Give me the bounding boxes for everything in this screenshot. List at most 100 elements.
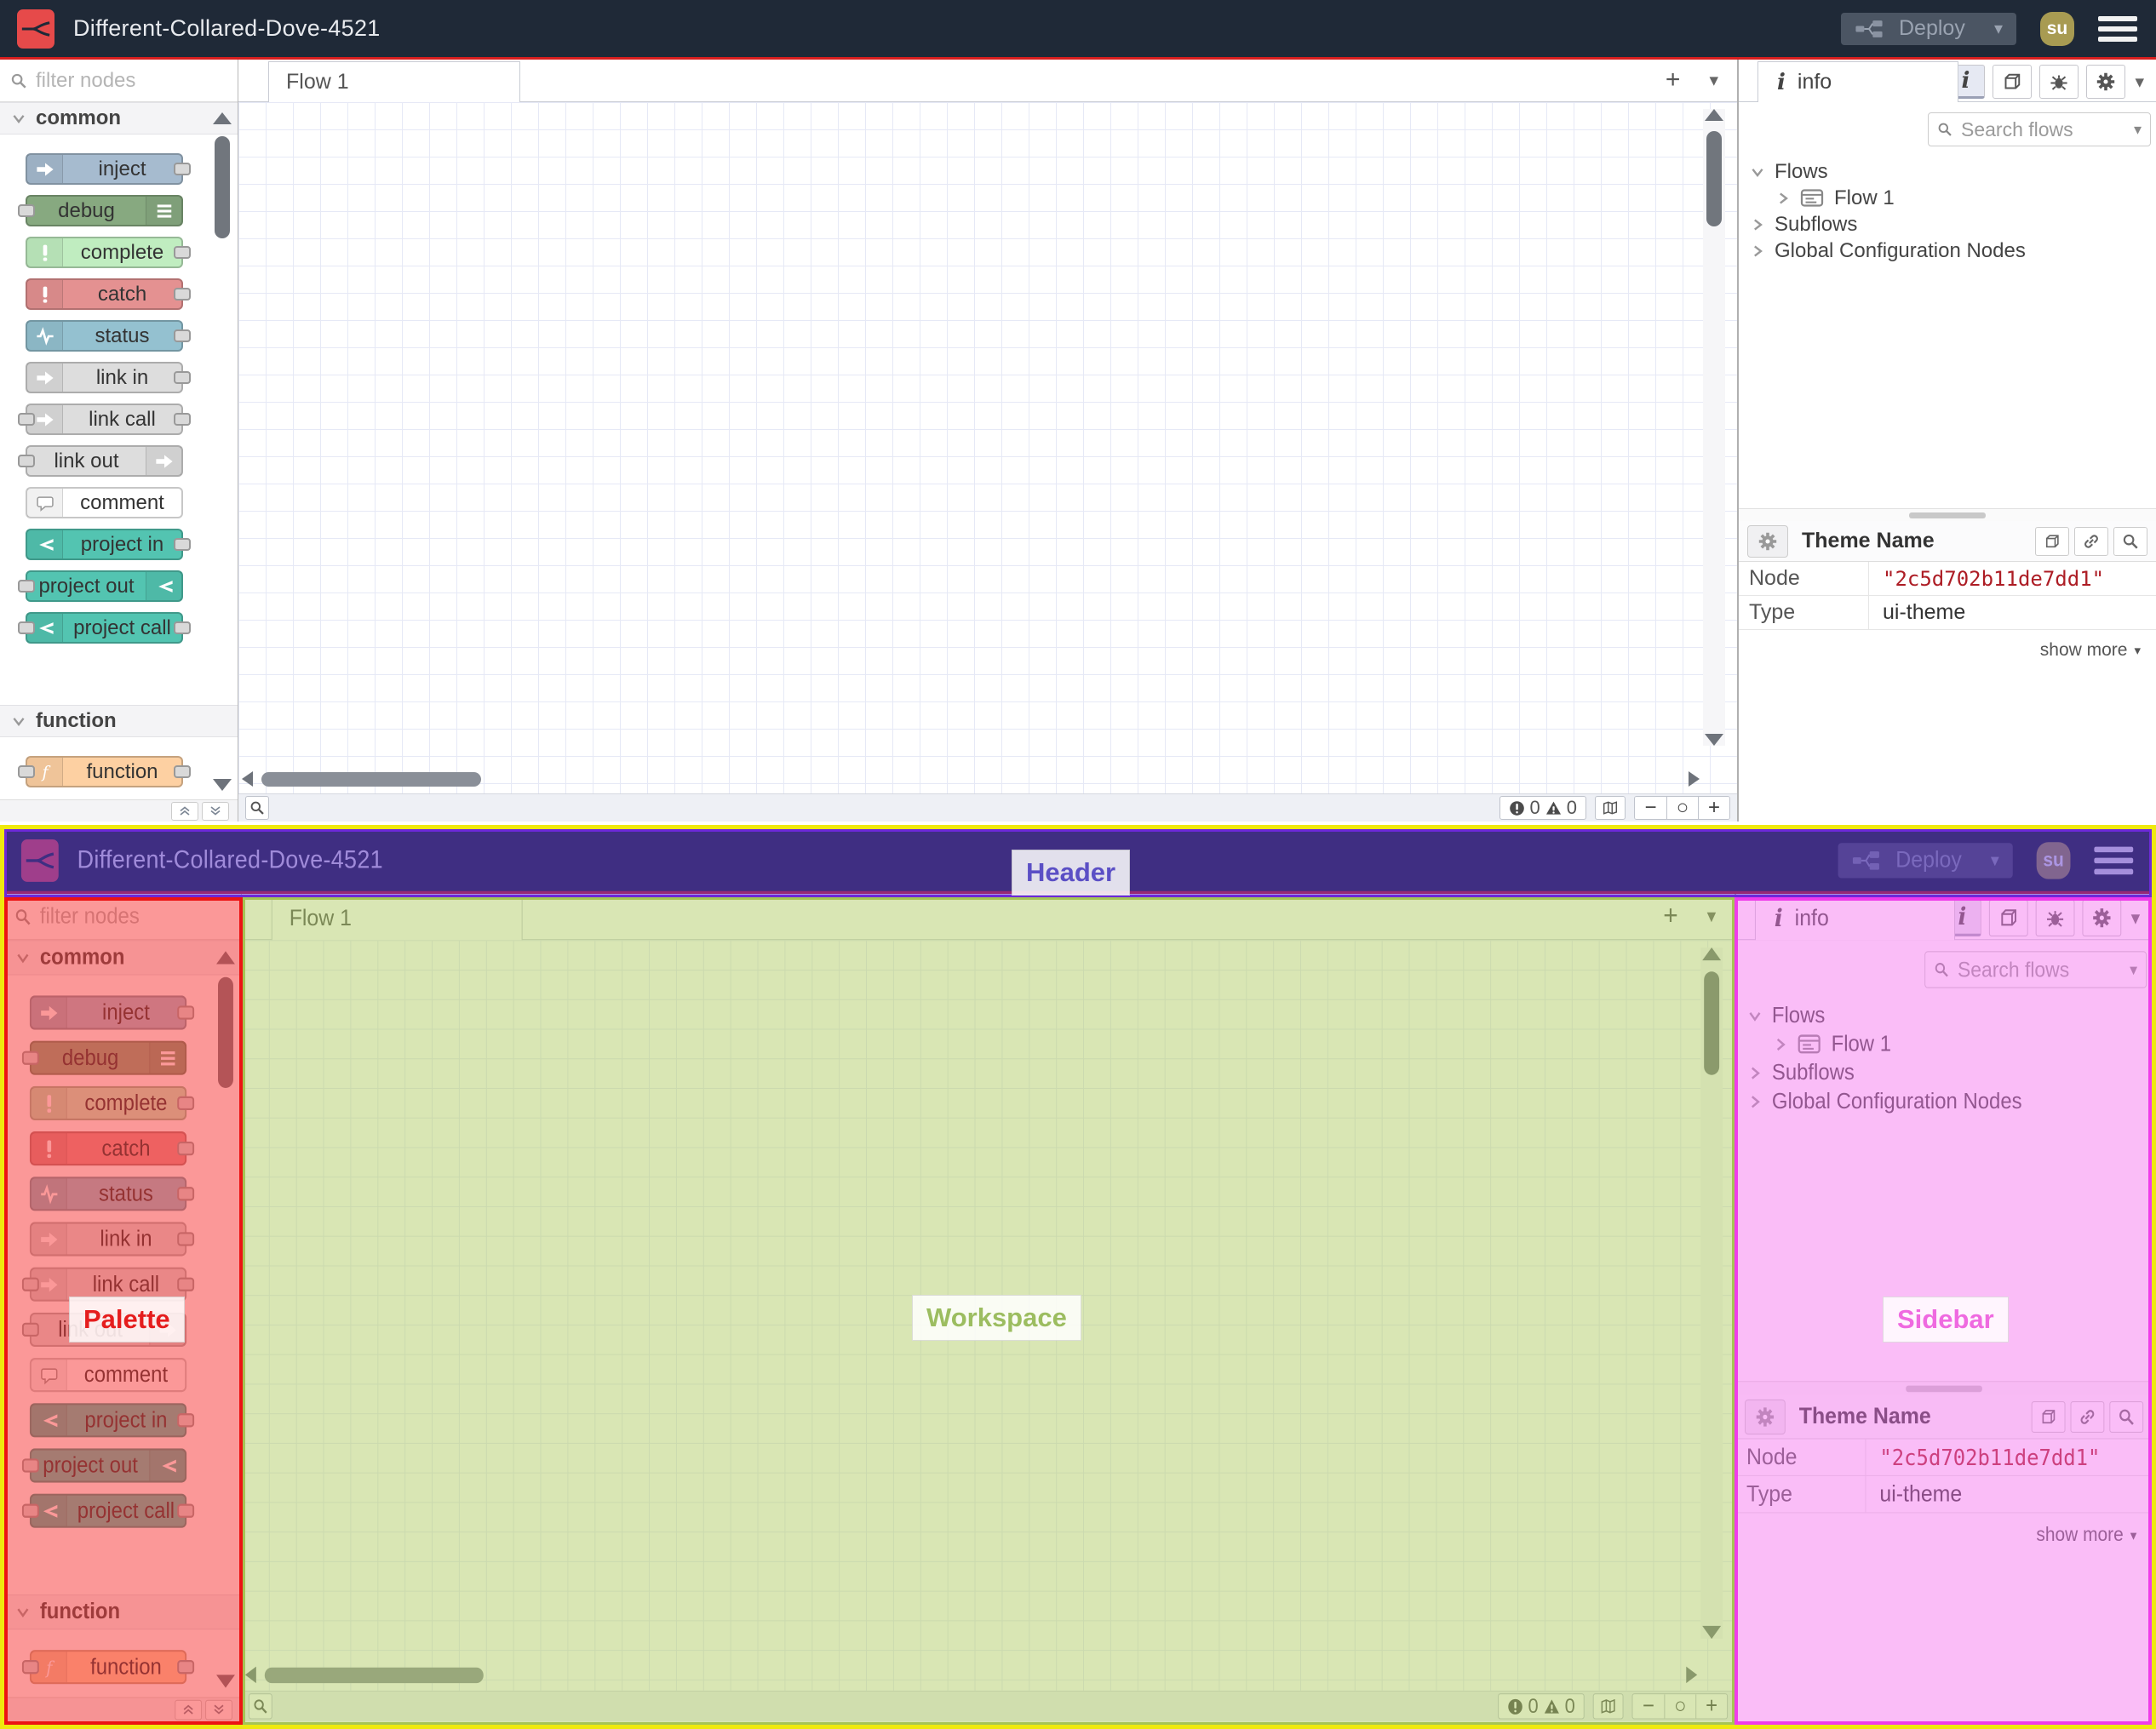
scrollbar-thumb[interactable] xyxy=(264,1667,484,1683)
palette-scrollbar[interactable] xyxy=(215,951,236,1688)
flow-canvas[interactable] xyxy=(238,102,1737,793)
error-warning-counts[interactable]: 0 0 xyxy=(1497,1693,1585,1720)
navigator-map-button[interactable] xyxy=(1592,1693,1624,1720)
sidebar-debug-button[interactable] xyxy=(2036,899,2075,936)
scroll-left-arrow[interactable] xyxy=(242,771,253,787)
palette-node[interactable]: project out xyxy=(21,1448,187,1483)
main-menu-button[interactable] xyxy=(2094,846,2134,874)
palette-node[interactable]: comment xyxy=(26,487,183,518)
sidebar-config-button[interactable] xyxy=(2082,899,2122,936)
tree-item-flow-1[interactable]: Flow 1 xyxy=(1739,185,2156,211)
sidebar-menu-caret-icon[interactable]: ▾ xyxy=(2130,907,2142,930)
node-help-button[interactable] xyxy=(2031,1400,2066,1433)
deploy-button[interactable]: Deploy ▾ xyxy=(1838,842,2013,878)
zoom-out-button[interactable]: − xyxy=(1632,1694,1665,1719)
zoom-reset-button[interactable]: ○ xyxy=(1666,797,1698,819)
palette-node[interactable]: link out xyxy=(18,445,183,477)
palette-node[interactable]: inject xyxy=(26,153,191,185)
zoom-in-button[interactable]: + xyxy=(1698,797,1729,819)
flowfuse-logo-icon[interactable] xyxy=(17,9,54,49)
navigator-map-button[interactable] xyxy=(1595,796,1626,820)
palette-node[interactable]: link in xyxy=(26,362,191,393)
canvas-vertical-scrollbar[interactable] xyxy=(1700,947,1723,1640)
search-flows-box[interactable]: ▾ xyxy=(1924,951,2147,988)
sidebar-help-button[interactable] xyxy=(1989,899,2029,936)
deploy-options-caret-icon[interactable]: ▾ xyxy=(1994,18,2003,39)
expand-all-categories-button[interactable] xyxy=(205,1699,232,1720)
palette-category-function[interactable]: function xyxy=(4,1594,241,1630)
scroll-up-arrow[interactable] xyxy=(216,951,235,965)
tree-item-subflows[interactable]: Subflows xyxy=(1739,211,2156,238)
deploy-button[interactable]: Deploy ▾ xyxy=(1841,12,2016,45)
palette-node[interactable]: comment xyxy=(29,1358,187,1393)
flowfuse-logo-icon[interactable] xyxy=(20,839,59,882)
palette-filter-input[interactable] xyxy=(37,902,231,930)
palette-node[interactable]: complete xyxy=(29,1085,195,1120)
main-menu-button[interactable] xyxy=(2098,15,2137,42)
palette-category-common[interactable]: common xyxy=(4,940,241,976)
canvas-horizontal-scrollbar[interactable] xyxy=(244,1664,1698,1685)
scrollbar-thumb[interactable] xyxy=(218,976,233,1088)
palette-node[interactable]: project call xyxy=(21,1493,195,1528)
find-node-button[interactable] xyxy=(2113,526,2147,556)
zoom-reset-button[interactable]: ○ xyxy=(1664,1694,1696,1719)
scroll-down-arrow[interactable] xyxy=(213,779,232,791)
scroll-down-arrow[interactable] xyxy=(1705,734,1723,746)
palette-node[interactable]: project call xyxy=(18,612,191,644)
find-node-button[interactable] xyxy=(2109,1400,2144,1433)
scrollbar-thumb[interactable] xyxy=(215,136,230,238)
node-help-button[interactable] xyxy=(2035,526,2069,556)
tree-item-global-config[interactable]: Global Configuration Nodes xyxy=(1736,1087,2152,1116)
canvas-search-button[interactable] xyxy=(245,796,269,820)
scroll-down-arrow[interactable] xyxy=(1702,1625,1722,1640)
sidebar-help-button[interactable] xyxy=(1993,65,2033,99)
palette-node[interactable]: debug xyxy=(18,195,183,226)
user-avatar[interactable]: su xyxy=(2040,11,2074,46)
sidebar-menu-caret-icon[interactable]: ▾ xyxy=(2133,72,2146,93)
search-flows-input[interactable] xyxy=(1959,117,2127,142)
search-filter-caret-icon[interactable]: ▾ xyxy=(2134,121,2142,139)
sidebar-config-button[interactable] xyxy=(2086,65,2126,99)
flow-list-caret-icon[interactable]: ▾ xyxy=(1704,907,1719,926)
palette-node[interactable]: link out xyxy=(21,1312,187,1347)
zoom-in-button[interactable]: + xyxy=(1695,1694,1728,1719)
canvas-horizontal-scrollbar[interactable] xyxy=(242,770,1700,788)
palette-node[interactable]: function xyxy=(18,756,191,787)
tab-flow-1[interactable]: Flow 1 xyxy=(268,61,520,102)
tree-item-subflows[interactable]: Subflows xyxy=(1736,1058,2152,1087)
palette-node[interactable]: debug xyxy=(21,1040,187,1075)
tree-item-flows[interactable]: Flows xyxy=(1739,158,2156,185)
sidebar-splitter[interactable] xyxy=(1736,1381,2152,1395)
scrollbar-thumb[interactable] xyxy=(1704,971,1720,1075)
canvas-vertical-scrollbar[interactable] xyxy=(1703,109,1725,746)
tab-info[interactable]: i info xyxy=(1754,896,1956,941)
config-node-button[interactable] xyxy=(1747,524,1788,558)
scroll-up-arrow[interactable] xyxy=(1702,947,1722,961)
scrollbar-thumb[interactable] xyxy=(1706,131,1722,226)
palette-filter-input[interactable] xyxy=(34,67,227,94)
palette-node[interactable]: link in xyxy=(29,1222,195,1257)
copy-link-button[interactable] xyxy=(2070,1400,2105,1433)
palette-node[interactable]: link call xyxy=(18,404,191,435)
expand-all-categories-button[interactable] xyxy=(202,801,229,821)
scroll-left-arrow[interactable] xyxy=(244,1666,256,1684)
tab-info[interactable]: i info xyxy=(1757,61,1958,102)
scroll-up-arrow[interactable] xyxy=(1705,109,1723,121)
palette-node[interactable]: project out xyxy=(18,570,183,602)
tab-flow-1[interactable]: Flow 1 xyxy=(271,896,523,941)
sidebar-splitter[interactable] xyxy=(1739,508,2156,521)
collapse-all-categories-button[interactable] xyxy=(175,1699,203,1720)
config-node-button[interactable] xyxy=(1744,1399,1786,1434)
palette-node[interactable]: function xyxy=(21,1650,195,1685)
search-flows-box[interactable]: ▾ xyxy=(1928,112,2151,146)
tree-item-flows[interactable]: Flows xyxy=(1736,1001,2152,1030)
palette-node[interactable]: catch xyxy=(29,1131,195,1166)
scroll-right-arrow[interactable] xyxy=(1689,771,1700,787)
show-more-toggle[interactable]: show more ▾ xyxy=(1739,630,2156,671)
error-warning-counts[interactable]: 0 0 xyxy=(1499,796,1586,820)
user-avatar[interactable]: su xyxy=(2036,841,2071,879)
sidebar-debug-button[interactable] xyxy=(2039,65,2079,99)
search-flows-input[interactable] xyxy=(1956,956,2124,983)
collapse-all-categories-button[interactable] xyxy=(171,801,198,821)
palette-node[interactable]: status xyxy=(29,1177,195,1211)
